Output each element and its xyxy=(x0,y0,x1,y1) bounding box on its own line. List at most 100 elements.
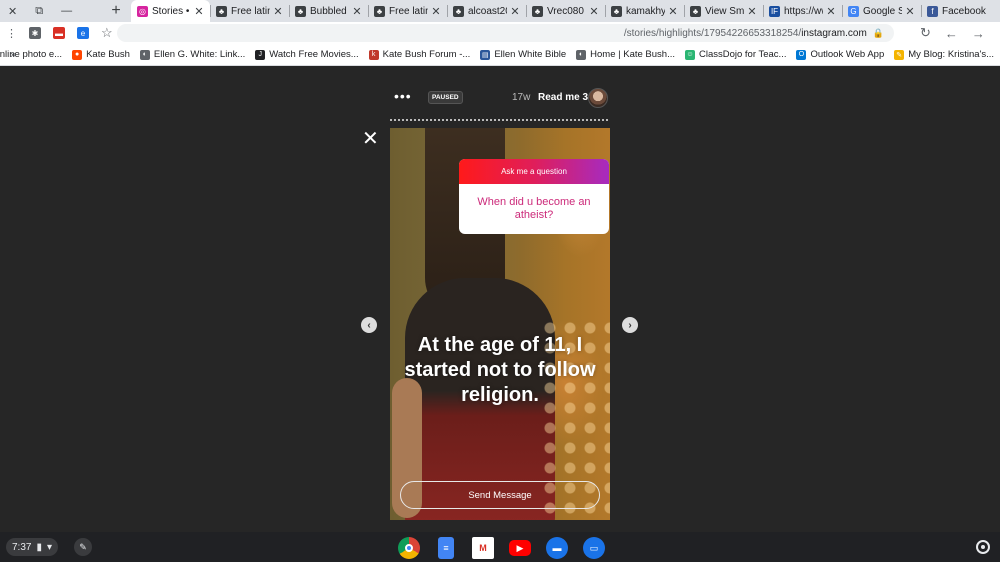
red-extension-icon[interactable]: ▬ xyxy=(53,27,65,39)
k-icon: k xyxy=(368,49,379,60)
google-icon: G xyxy=(848,5,859,17)
battery-icon: ▮ xyxy=(36,541,42,553)
close-tab-icon[interactable]: ✕ xyxy=(194,5,204,18)
facebook-icon: f xyxy=(927,5,938,17)
new-tab-button[interactable]: + xyxy=(101,0,131,22)
close-tab-icon[interactable]: ✕ xyxy=(273,5,283,18)
story-header: Read me 3 17w PAUSED ••• xyxy=(390,88,610,110)
paw-icon: ♣ xyxy=(374,5,385,17)
globe-icon: ◐ xyxy=(576,49,587,60)
gmail-icon[interactable]: M xyxy=(472,537,494,559)
story-frame[interactable]: Ask me a question When did u become an a… xyxy=(390,128,610,520)
files-icon[interactable]: ▬ xyxy=(546,537,568,559)
next-story-button[interactable]: › xyxy=(622,317,638,333)
restore-window-icon[interactable]: ⧉ xyxy=(35,5,43,18)
close-tab-icon[interactable]: ✕ xyxy=(905,5,915,18)
launcher-icon[interactable] xyxy=(976,540,990,554)
tab-view-smo[interactable]: ♣ View Smo✕ xyxy=(684,0,763,22)
minimize-window-icon[interactable]: — xyxy=(61,5,72,17)
globe-icon: ◐ xyxy=(139,49,150,60)
tab-kamakhy[interactable]: ♣ kamakhy ✕ xyxy=(605,0,684,22)
bookmark-label: Outlook Web App xyxy=(810,49,885,60)
tab-alcoast[interactable]: ♣ alcoast20 ✕ xyxy=(447,0,526,22)
back-icon[interactable]: → xyxy=(972,26,985,41)
story-progress-bar xyxy=(390,119,610,121)
close-tab-icon[interactable]: ✕ xyxy=(747,5,757,18)
tab-url[interactable]: IF https://ww✕ xyxy=(763,0,842,22)
bookmark-item[interactable]: O Outlook Web App xyxy=(796,49,884,60)
bookmark-label: Home | Kate Bush... xyxy=(590,49,675,60)
bookmarks-overflow-button[interactable]: » xyxy=(10,44,16,66)
star-bookmark-icon[interactable]: ☆ xyxy=(101,25,113,41)
tab-free-latin[interactable]: ♣ Free latin ✕ xyxy=(368,0,447,22)
close-tab-icon[interactable]: ✕ xyxy=(589,5,599,18)
tab-title: Vrec080 xyxy=(547,5,584,17)
bookmark-item[interactable]: ◐ Ellen G. White: Link... xyxy=(139,49,245,60)
tab-title: Stories • In xyxy=(152,5,191,17)
tab-vrec[interactable]: ♣ Vrec080 ✕ xyxy=(526,0,605,22)
puzzle-extension-icon[interactable]: ✱ xyxy=(29,27,41,39)
close-window-icon[interactable]: ✕ xyxy=(8,5,17,18)
forward-icon[interactable]: ← xyxy=(945,26,958,41)
tab-title: Bubbled xyxy=(310,5,347,17)
story-username[interactable]: Read me 3 xyxy=(538,92,588,103)
previous-story-button[interactable]: ‹ xyxy=(361,317,377,333)
bookmark-item[interactable]: ◐ Home | Kate Bush... xyxy=(576,49,675,60)
tab-title: Free latin xyxy=(389,5,428,17)
tab-strip: fFacebook GGoogle Se✕ IFhttps://ww✕ ♣Vie… xyxy=(0,0,1000,22)
blue-extension-icon[interactable]: e xyxy=(77,27,89,39)
pen-tool-icon[interactable]: ✎ xyxy=(74,538,92,556)
address-bar[interactable]: /stories/highlights/17954226653318254/ i… xyxy=(117,24,894,42)
bookmark-item[interactable]: J Watch Free Movies... xyxy=(255,49,359,60)
tab-title: https://ww xyxy=(784,5,823,17)
status-tray[interactable]: 7:37 ▮ ▾ xyxy=(6,538,59,556)
send-message-input[interactable]: Send Message xyxy=(400,481,600,509)
pinned-apps: ≡ M ▶ ▬ ▭ xyxy=(398,537,605,559)
close-tab-icon[interactable]: ✕ xyxy=(826,5,836,18)
tab-bubbled[interactable]: ♣ Bubbled ✕ xyxy=(289,0,368,22)
bookmark-item[interactable]: ▤ Ellen White Bible xyxy=(480,49,566,60)
tab-stories[interactable]: ◎ Stories • In✕ xyxy=(131,0,210,22)
bookmark-label: Watch Free Movies... xyxy=(269,49,359,60)
bookmark-item[interactable]: ☺ ClassDojo for Teac... xyxy=(684,49,787,60)
extensions-area: ⋮ ✱ ▬ e ☆ xyxy=(6,22,113,44)
bookmark-item[interactable]: k Kate Bush Forum -... xyxy=(368,49,470,60)
tab-title: alcoast20 xyxy=(468,5,507,17)
reload-icon[interactable]: ↻ xyxy=(920,25,931,41)
close-tab-icon[interactable]: ✕ xyxy=(431,5,441,18)
close-tab-icon[interactable]: ✕ xyxy=(668,5,678,18)
question-sticker: Ask me a question When did u become an a… xyxy=(459,159,609,234)
tab-google-search[interactable]: G Google Se✕ xyxy=(842,0,921,22)
menu-icon[interactable]: ⋮ xyxy=(6,27,17,40)
paw-icon: ♣ xyxy=(532,5,543,17)
messages-icon[interactable]: ▭ xyxy=(583,537,605,559)
reddit-icon: ● xyxy=(72,49,83,60)
question-sticker-header: Ask me a question xyxy=(459,159,609,184)
book-icon: ▤ xyxy=(480,49,491,60)
window-controls: ✕ ⧉ — xyxy=(0,0,101,22)
pen-icon: ✎ xyxy=(894,49,905,60)
story-time: 17w xyxy=(512,92,531,103)
docs-icon[interactable]: ≡ xyxy=(438,537,454,559)
bookmark-item[interactable]: ✎ My Blog: Kristina's... xyxy=(894,49,994,60)
question-sticker-answer: When did u become an atheist? xyxy=(477,195,591,221)
story-caption: At the age of 11, I started not to follo… xyxy=(404,334,596,406)
avatar[interactable] xyxy=(588,88,608,108)
tab-free-latin-2[interactable]: ♣ Free latin ✕ xyxy=(210,0,289,22)
tab-facebook[interactable]: f Facebook xyxy=(921,0,1000,22)
bookmark-label: ClassDojo for Teac... xyxy=(698,49,787,60)
bookmark-item[interactable]: ● Kate Bush xyxy=(72,49,130,60)
lock-icon[interactable]: 🔒 xyxy=(873,28,884,39)
bookmark-label: My Blog: Kristina's... xyxy=(908,49,994,60)
paw-icon: ♣ xyxy=(453,5,464,17)
chrome-icon[interactable] xyxy=(398,537,420,559)
close-icon[interactable]: ✕ xyxy=(362,126,379,151)
youtube-icon[interactable]: ▶ xyxy=(509,540,531,556)
close-tab-icon[interactable]: ✕ xyxy=(352,5,362,18)
close-tab-icon[interactable]: ✕ xyxy=(510,5,520,18)
url-path: /stories/highlights/17954226653318254/ xyxy=(623,27,802,39)
more-options-icon[interactable]: ••• xyxy=(394,88,412,104)
clock-time: 7:37 xyxy=(12,541,32,553)
paused-badge: PAUSED xyxy=(428,91,463,104)
bookmark-label: Ellen White Bible xyxy=(494,49,567,60)
